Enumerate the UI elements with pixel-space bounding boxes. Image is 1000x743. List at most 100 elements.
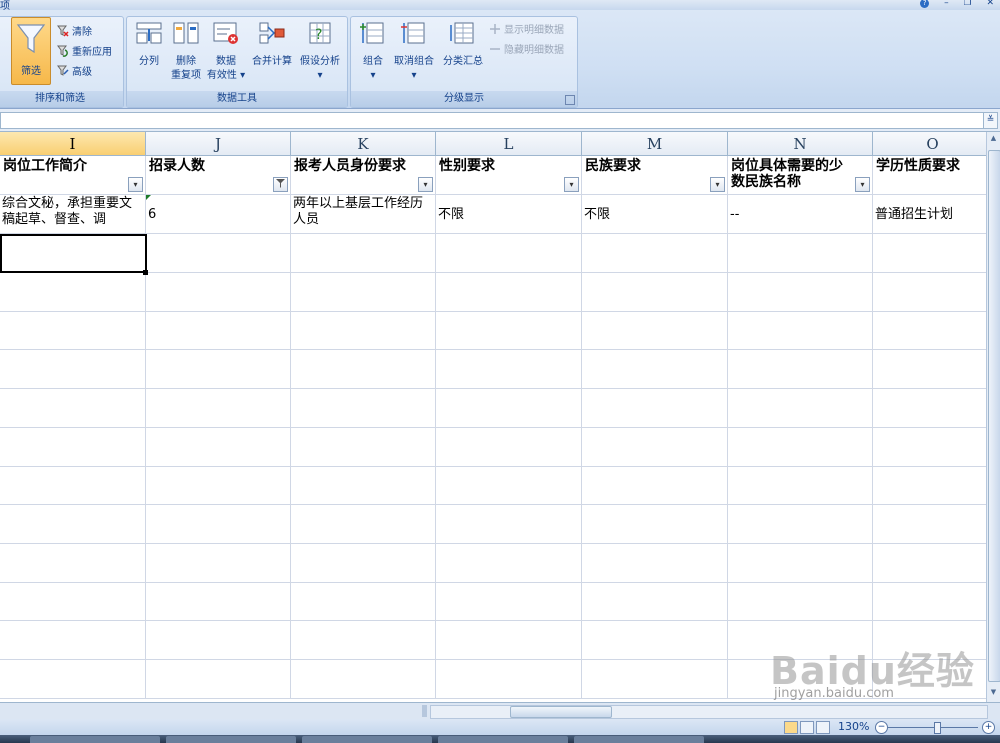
grid-cell[interactable] (873, 273, 986, 312)
taskbar-item[interactable] (574, 736, 704, 743)
grid-cell[interactable] (582, 350, 728, 390)
grid-cell[interactable] (146, 504, 291, 544)
column-header-M[interactable]: M (582, 132, 728, 156)
restore-icon[interactable]: ❐ (964, 0, 972, 8)
grid-cell[interactable] (728, 388, 873, 428)
grid-cell[interactable] (436, 350, 582, 390)
subtotal-button[interactable]: 分类汇总 (439, 19, 487, 69)
horizontal-scrollbar[interactable] (0, 702, 1000, 719)
grid-cell[interactable] (728, 504, 873, 544)
filter-dropdown-icon[interactable]: ▾ (855, 177, 870, 192)
data-cell-N1[interactable]: -- (728, 195, 873, 234)
grid-cell[interactable] (728, 582, 873, 622)
data-cell-O1[interactable]: 普通招生计划 (873, 195, 986, 234)
grid-cell[interactable] (146, 311, 291, 351)
grid-cell[interactable] (0, 427, 146, 467)
column-header-O[interactable]: O (873, 132, 986, 156)
clear-filter-button[interactable]: 清除 (57, 23, 92, 38)
grid-cell[interactable] (582, 466, 728, 506)
filter-button[interactable]: 筛选 (11, 17, 51, 85)
grid-cell[interactable] (291, 234, 436, 273)
grid-cell[interactable] (146, 427, 291, 467)
grid-cell[interactable] (146, 234, 291, 273)
grid-cell[interactable] (582, 388, 728, 428)
grid-cell[interactable] (0, 350, 146, 390)
grid-cell[interactable] (436, 311, 582, 351)
grid-cell[interactable] (436, 272, 582, 312)
column-header-N[interactable]: N (728, 132, 873, 156)
minimize-icon[interactable]: – (944, 0, 949, 8)
fill-handle[interactable] (143, 270, 148, 275)
data-cell-I1[interactable]: 综合文秘，承担重要文稿起草、督查、调 (0, 195, 146, 234)
grid-cell[interactable] (0, 543, 146, 583)
grid-cell[interactable] (146, 582, 291, 622)
grid-cell[interactable] (728, 234, 873, 273)
header-cell-K[interactable]: 报考人员身份要求 ▾ (291, 156, 436, 195)
zoom-in-icon[interactable]: + (982, 721, 995, 734)
grid-cell[interactable] (146, 543, 291, 583)
show-detail-button[interactable]: 显示明细数据 (489, 21, 564, 36)
zoom-slider[interactable] (888, 727, 978, 728)
grid-cell[interactable] (291, 621, 436, 660)
column-header-K[interactable]: K (291, 132, 436, 156)
taskbar-item[interactable] (302, 736, 432, 743)
horizontal-scroll-thumb[interactable] (510, 706, 612, 718)
grid-cell[interactable] (291, 388, 436, 428)
grid-cell[interactable] (582, 621, 728, 660)
tab-split-handle[interactable] (422, 705, 427, 717)
grid-cell[interactable] (0, 388, 146, 428)
data-cell-K1[interactable]: 两年以上基层工作经历人员 (291, 195, 436, 234)
grid-cell[interactable] (873, 544, 986, 583)
column-header-L[interactable]: L (436, 132, 582, 156)
grid-cell[interactable] (582, 582, 728, 622)
grid-cell[interactable] (291, 427, 436, 467)
grid-cell[interactable] (873, 466, 986, 506)
scroll-down-icon[interactable]: ▼ (988, 688, 999, 700)
grid-cell[interactable] (873, 505, 986, 544)
grid-cell[interactable] (436, 621, 582, 660)
formula-input[interactable] (0, 112, 984, 129)
grid-cell[interactable] (436, 543, 582, 583)
filter-dropdown-icon[interactable]: ▾ (564, 177, 579, 192)
grid-cell[interactable] (873, 389, 986, 428)
grid-cell[interactable] (728, 427, 873, 467)
vertical-scroll-thumb[interactable] (988, 150, 1000, 682)
filter-dropdown-icon[interactable]: ▾ (710, 177, 725, 192)
column-header-J[interactable]: J (146, 132, 291, 156)
grid-cell[interactable] (728, 311, 873, 351)
scroll-up-icon[interactable]: ▲ (988, 134, 999, 146)
grid-cell[interactable] (0, 504, 146, 544)
grid-cell[interactable] (728, 621, 873, 660)
vertical-scrollbar[interactable]: ▲ ▼ (986, 132, 1000, 702)
grid-cell[interactable] (146, 350, 291, 390)
grid-cell[interactable] (436, 504, 582, 544)
taskbar-item[interactable] (30, 736, 160, 743)
grid-cell[interactable] (873, 234, 986, 273)
grid-cell[interactable] (728, 543, 873, 583)
data-validation-button[interactable]: 数据 有效性 ▾ (205, 19, 247, 83)
grid-cell[interactable] (146, 621, 291, 660)
filter-dropdown-icon[interactable]: ▾ (418, 177, 433, 192)
data-cell-J1[interactable]: 6 (146, 195, 291, 234)
filter-active-icon[interactable] (273, 177, 288, 192)
header-cell-L[interactable]: 性别要求 ▾ (436, 156, 582, 195)
grid-cell[interactable] (728, 659, 873, 699)
advanced-filter-button[interactable]: 高级 (57, 63, 92, 78)
filter-dropdown-icon[interactable]: ▾ (128, 177, 143, 192)
hide-detail-button[interactable]: 隐藏明细数据 (489, 41, 564, 56)
grid-cell[interactable] (291, 466, 436, 506)
grid-cell[interactable] (0, 311, 146, 351)
grid-cell[interactable] (291, 582, 436, 622)
grid-cell[interactable] (873, 621, 986, 660)
taskbar-item[interactable] (438, 736, 568, 743)
text-to-columns-button[interactable]: 分列 (131, 19, 167, 69)
expand-formula-bar-icon[interactable]: ≚ (983, 112, 998, 129)
grid-cell[interactable] (291, 543, 436, 583)
grid-cell[interactable] (582, 659, 728, 699)
grid-cell[interactable] (728, 272, 873, 312)
grid-cell[interactable] (728, 466, 873, 506)
grid-cell[interactable] (0, 466, 146, 506)
grid-cell[interactable] (582, 427, 728, 467)
header-cell-M[interactable]: 民族要求 ▾ (582, 156, 728, 195)
grid-cell[interactable] (146, 388, 291, 428)
